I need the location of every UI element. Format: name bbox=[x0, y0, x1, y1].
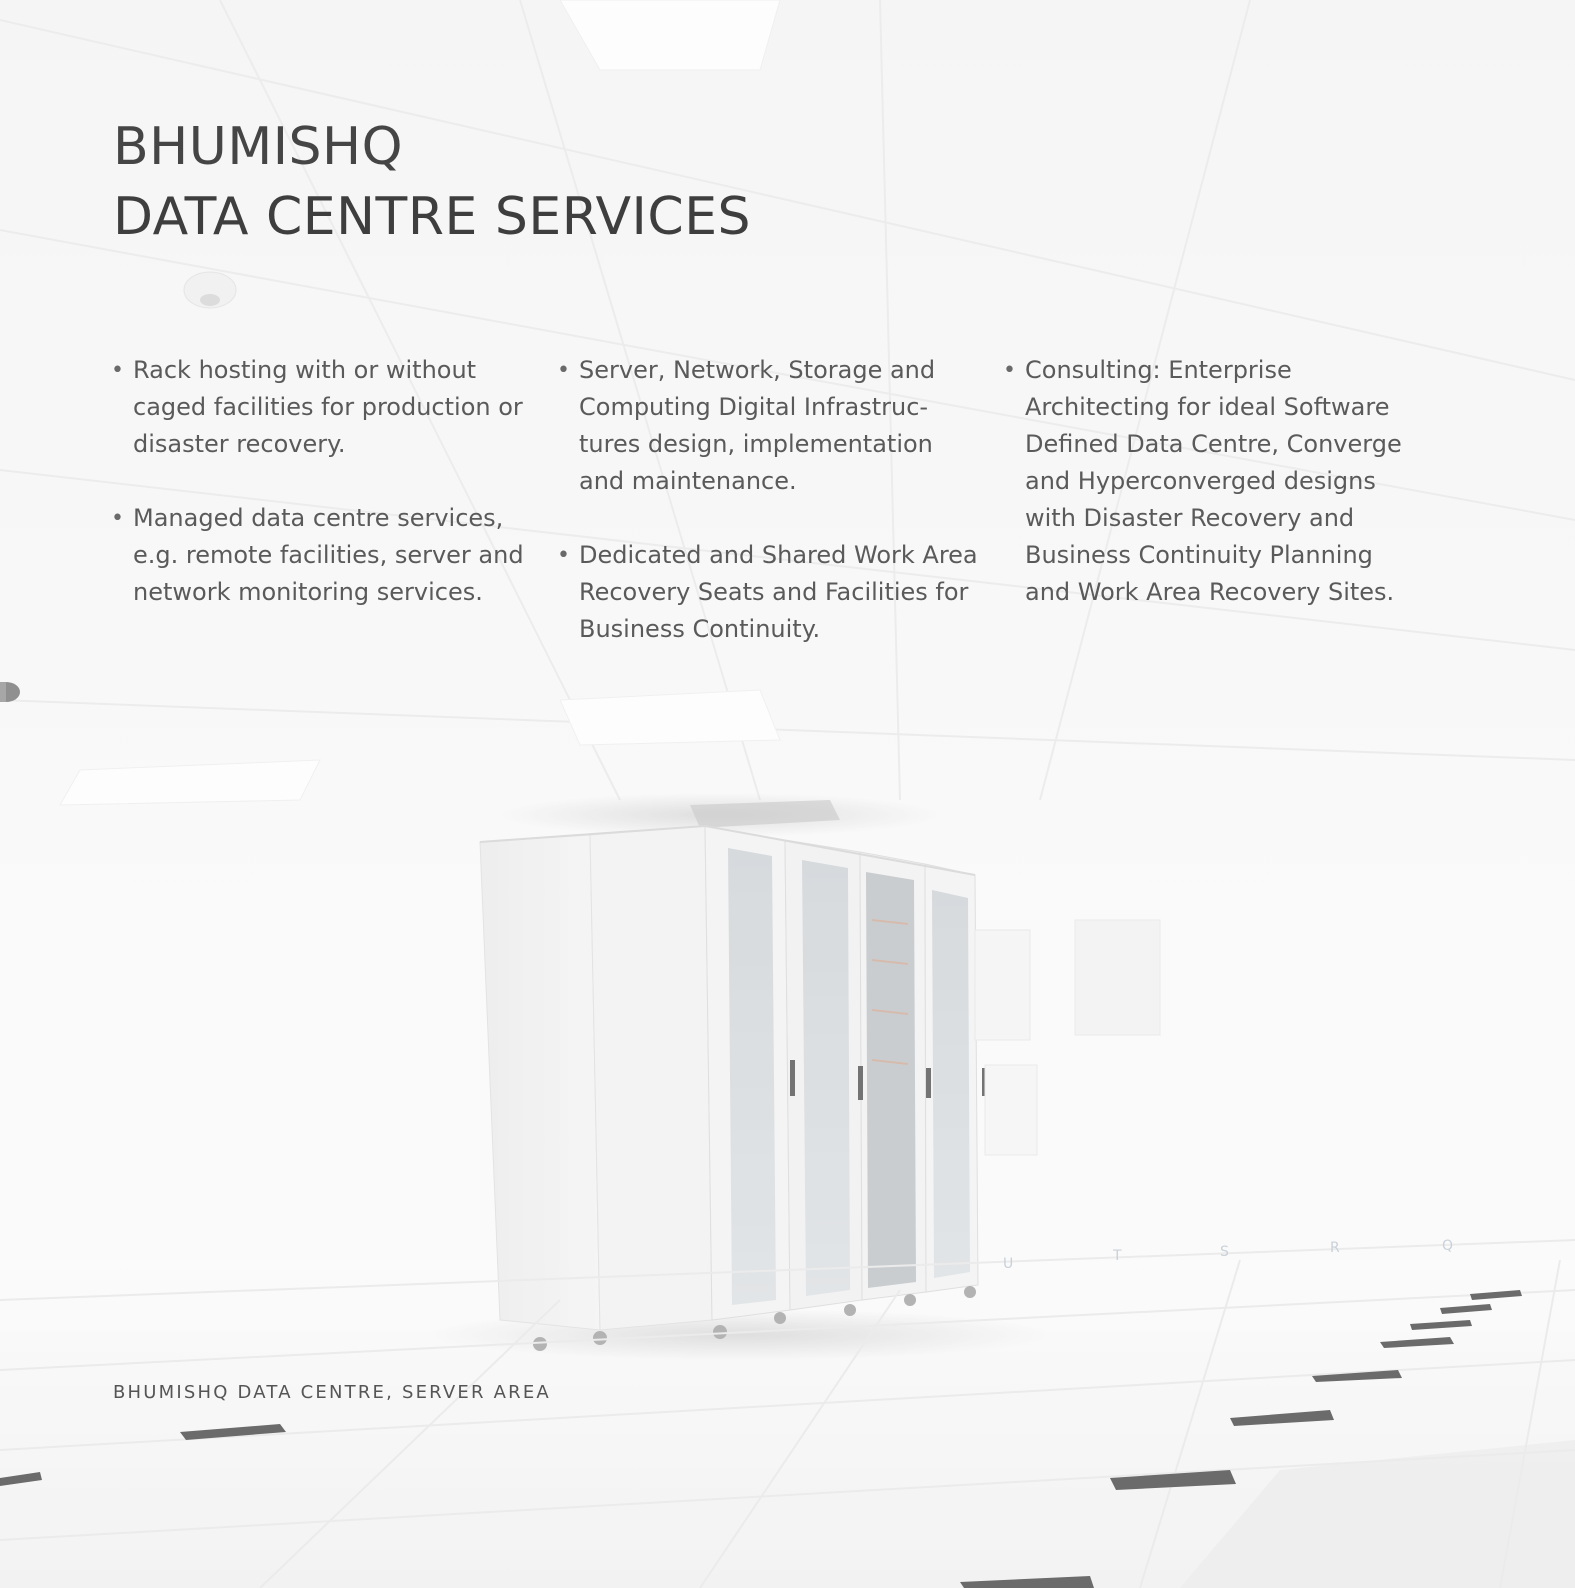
services-columns: • Rack hosting with or without caged fac… bbox=[108, 352, 1448, 685]
services-list: • Consulting: Enterprise Architecting fo… bbox=[1000, 352, 1420, 611]
list-item: • Managed data centre services, e.g. rem… bbox=[108, 500, 554, 611]
list-item: • Server, Network, Storage and Computing… bbox=[554, 352, 1000, 500]
services-list: • Server, Network, Storage and Computing… bbox=[554, 352, 1000, 648]
bullet-icon: • bbox=[111, 506, 124, 531]
photo-caption: BHUMISHQ DATA CENTRE, SERVER AREA bbox=[113, 1382, 551, 1403]
title-brand: BHUMISHQ bbox=[113, 117, 404, 177]
services-list: • Rack hosting with or without caged fac… bbox=[108, 352, 554, 611]
page-title: BHUMISHQ DATA CENTRE SERVICES bbox=[113, 112, 751, 252]
services-column-1: • Rack hosting with or without caged fac… bbox=[108, 352, 554, 685]
services-column-3: • Consulting: Enterprise Architecting fo… bbox=[1000, 352, 1420, 685]
bullet-icon: • bbox=[111, 358, 124, 383]
services-column-2: • Server, Network, Storage and Computing… bbox=[554, 352, 1000, 685]
bullet-icon: • bbox=[1003, 358, 1016, 383]
title-heading: DATA CENTRE SERVICES bbox=[113, 187, 752, 247]
list-item: • Consulting: Enterprise Architecting fo… bbox=[1000, 352, 1420, 611]
bullet-icon: • bbox=[557, 543, 570, 568]
bullet-icon: • bbox=[557, 358, 570, 383]
list-item: • Dedicated and Shared Work Area Recover… bbox=[554, 537, 1000, 648]
list-item: • Rack hosting with or without caged fac… bbox=[108, 352, 554, 463]
